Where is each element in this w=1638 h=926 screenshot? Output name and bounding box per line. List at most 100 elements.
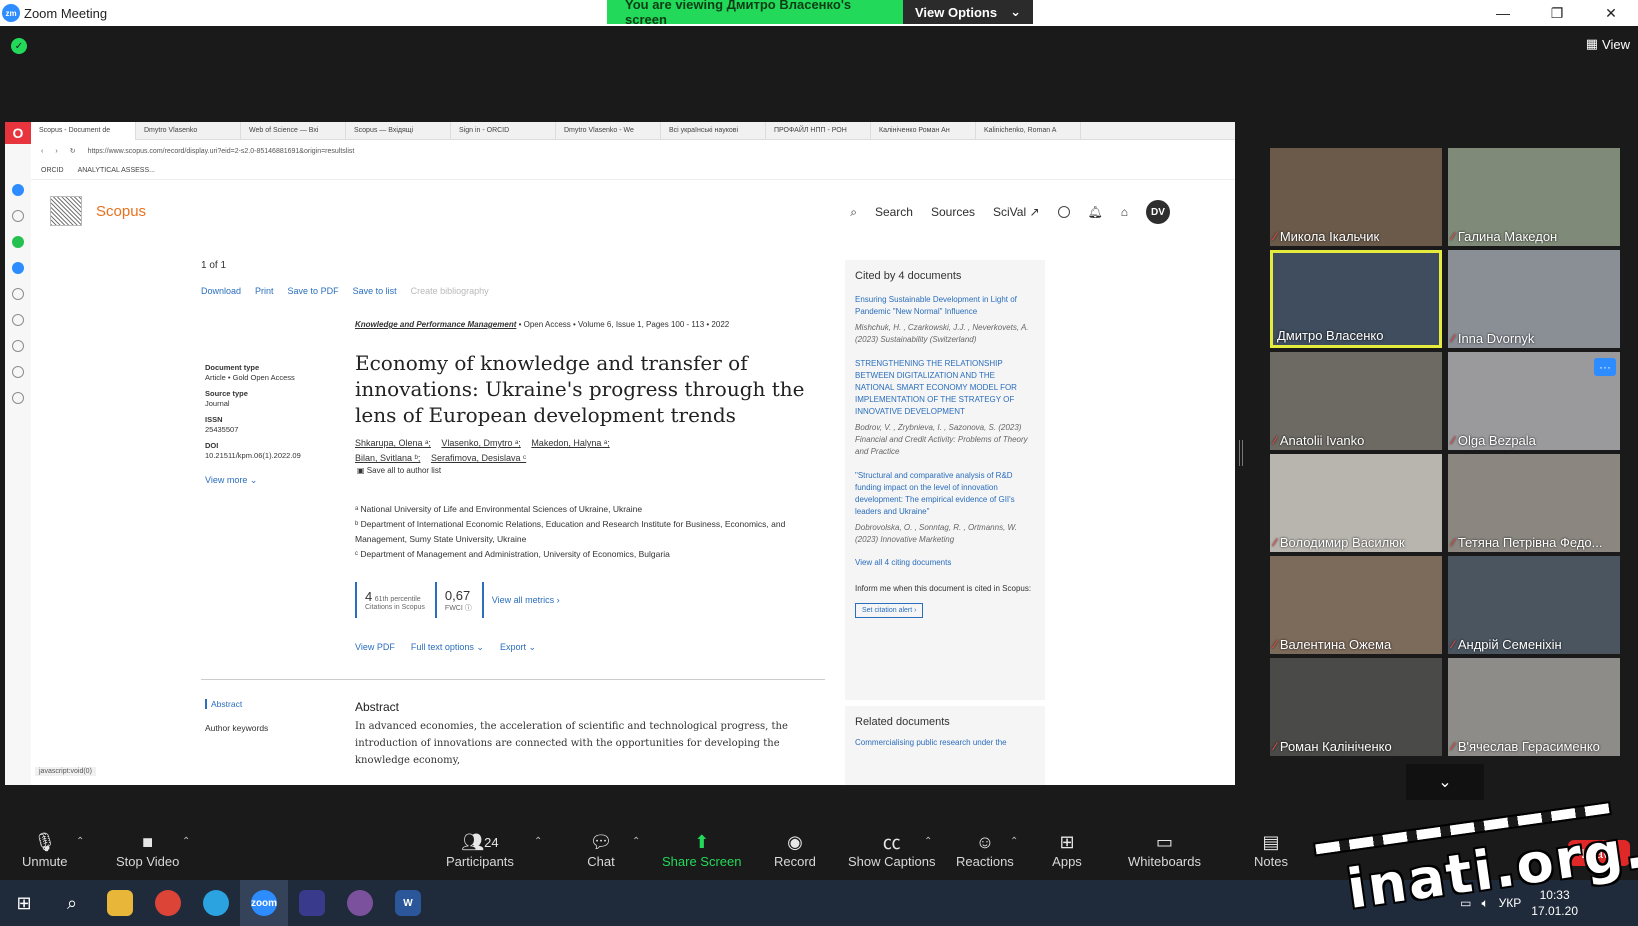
institution-icon[interactable]: ⌂ (1121, 205, 1128, 219)
view-options-button[interactable]: View Options ⌄ (903, 0, 1033, 24)
participants-button[interactable]: 👥︎ 24 Participants (446, 830, 514, 870)
network-icon[interactable]: ▭ (1460, 896, 1471, 910)
search-icon[interactable]: ⌕ (48, 880, 96, 926)
share-screen-button[interactable]: ⬆ Share Screen (662, 830, 742, 870)
notes-button[interactable]: ▤ Notes (1254, 830, 1288, 870)
reload-icon[interactable]: ↻ (70, 147, 76, 155)
user-avatar[interactable]: DV (1146, 200, 1170, 224)
back-icon[interactable]: ‹ (41, 148, 43, 155)
heart-icon[interactable] (12, 340, 24, 352)
apps-button[interactable]: ⊞ Apps (1052, 830, 1082, 870)
telegram-icon[interactable] (192, 880, 240, 926)
browser-tab[interactable]: Scopus - Document de (31, 122, 136, 140)
history-icon[interactable] (12, 366, 24, 378)
author-link[interactable]: Shkarupa, Olena ᵃ; (355, 438, 431, 448)
chrome-icon[interactable] (144, 880, 192, 926)
participant-tile[interactable]: ⁄ Inna Dvornyk (1448, 250, 1620, 348)
bookmark-analytical[interactable]: ANALYTICAL ASSESS... (78, 167, 155, 174)
file-explorer-icon[interactable] (96, 880, 144, 926)
nav-sources[interactable]: Sources (931, 205, 975, 219)
full-text-options-link[interactable]: Full text options ⌄ (411, 642, 484, 653)
video-options-caret[interactable]: ⌃ (182, 836, 190, 847)
player-icon[interactable] (12, 288, 24, 300)
keywords-nav-item[interactable]: Author keywords (205, 723, 268, 733)
minimize-icon[interactable]: — (1476, 0, 1530, 26)
viber-icon[interactable] (336, 880, 384, 926)
forward-icon[interactable]: › (55, 148, 57, 155)
reactions-button[interactable]: ☺ Reactions (956, 830, 1014, 870)
view-all-citing-link[interactable]: View all 4 citing documents (855, 558, 1035, 567)
author-link[interactable]: Bilan, Svitlana ᵇ; (355, 453, 420, 463)
participant-tile[interactable]: ⁄ Галина Македон (1448, 148, 1620, 246)
view-button[interactable]: ▦ View (1586, 36, 1630, 52)
browser-tab[interactable]: Web of Science — Вхі (241, 122, 346, 140)
windows-start-icon[interactable]: ⊞ (0, 880, 48, 926)
participant-tile[interactable]: ··· ⁄ Olga Bezpala (1448, 352, 1620, 450)
messenger-icon[interactable] (12, 184, 24, 196)
export-link[interactable]: Export ⌄ (500, 642, 536, 653)
participant-tile[interactable]: ⁄ Володимир Василюк (1270, 454, 1442, 552)
browser-tab[interactable]: ПРОФАЙЛ НПП - РОН (766, 122, 871, 140)
clock[interactable]: 10:33 17.01.20 (1531, 887, 1578, 919)
whatsapp-icon[interactable] (12, 236, 24, 248)
author-link[interactable]: Makedon, Halyna ᵃ; (531, 438, 609, 448)
browser-tab[interactable]: Scopus — Вхідящі (346, 122, 451, 140)
whiteboards-button[interactable]: ▭ Whiteboards (1128, 830, 1201, 870)
save-pdf-button[interactable]: Save to PDF (288, 286, 339, 296)
lightbulb-icon[interactable] (12, 392, 24, 404)
cited-doc-link[interactable]: STRENGTHENING THE RELATIONSHIP BETWEEN D… (855, 358, 1035, 418)
browser-tab[interactable]: Dmytro Vlasenko (136, 122, 241, 140)
bookmark-orcid[interactable]: ORCID (41, 167, 64, 174)
show-captions-button[interactable]: ㏄ Show Captions (848, 830, 935, 869)
view-more-link[interactable]: View more ⌄ (205, 475, 335, 485)
participant-tile[interactable]: ⁄ Микола Ікальчик (1270, 148, 1442, 246)
search-icon[interactable]: ⌕ (850, 205, 857, 220)
participant-tile[interactable]: ⁄ Тетяна Петрівна Федо... (1448, 454, 1620, 552)
journal-link[interactable]: Knowledge and Performance Management (355, 320, 516, 329)
browser-tab[interactable]: Всі українські наукові (661, 122, 766, 140)
view-all-metrics-link[interactable]: View all metrics › (492, 595, 560, 605)
nav-scival[interactable]: SciVal ↗ (993, 205, 1040, 219)
participant-tile[interactable]: ⁄ Anatolii Ivanko (1270, 352, 1442, 450)
shared-screen[interactable]: O Scopus - Document de Dmytro Vlasenko W… (5, 122, 1235, 785)
nav-search[interactable]: Search (875, 205, 913, 219)
print-button[interactable]: Print (255, 286, 274, 296)
browser-tab[interactable]: Sign in - ORCID (451, 122, 556, 140)
participant-tile[interactable]: ⁄ Роман Калініченко (1270, 658, 1442, 756)
cited-doc-link[interactable]: Ensuring Sustainable Development in Ligh… (855, 294, 1035, 318)
leave-button[interactable]: Leave (1568, 840, 1630, 866)
home-icon[interactable] (12, 210, 24, 222)
zoom-app-icon[interactable]: zoom (240, 880, 288, 926)
participants-options-caret[interactable]: ⌃ (534, 836, 542, 847)
send-icon[interactable] (12, 314, 24, 326)
url-field[interactable]: https://www.scopus.com/record/display.ur… (88, 148, 355, 155)
more-options-icon[interactable]: ··· (1594, 358, 1616, 376)
participant-tile[interactable]: ⁄ В'ячеслав Герасименко (1448, 658, 1620, 756)
security-shield-icon[interactable]: ✓ (11, 38, 27, 54)
browser-tab[interactable]: Калініченко Роман Ан (871, 122, 976, 140)
elsevier-logo-icon[interactable] (50, 196, 82, 226)
related-doc-link[interactable]: Commercialising public research under th… (855, 738, 1035, 747)
unmute-button[interactable]: 🎙︎ Unmute (22, 830, 68, 870)
browser-tab[interactable]: Dmytro Vlasenko - We (556, 122, 661, 140)
word-icon[interactable]: W (384, 880, 432, 926)
view-pdf-link[interactable]: View PDF (355, 642, 395, 653)
close-icon[interactable]: ✕ (1584, 0, 1638, 26)
browser-tab[interactable]: Kalinichenko, Roman A (976, 122, 1081, 140)
vk-icon[interactable] (12, 262, 24, 274)
restore-icon[interactable]: ❐ (1530, 0, 1584, 26)
chat-options-caret[interactable]: ⌃ (632, 836, 640, 847)
save-author-list-button[interactable]: ▣ Save all to author list (357, 466, 441, 475)
save-list-button[interactable]: Save to list (353, 286, 397, 296)
abstract-nav-item[interactable]: Abstract (205, 699, 268, 709)
volume-icon[interactable]: 🔈︎ (1481, 896, 1488, 911)
stop-video-button[interactable]: ■ Stop Video (116, 830, 179, 870)
participant-tile[interactable]: ⁄ Андрій Семеніхін (1448, 556, 1620, 654)
gallery-next-page-button[interactable]: ⌄ (1406, 764, 1484, 800)
author-link[interactable]: Serafimova, Desislava ᶜ (431, 453, 526, 463)
record-button[interactable]: ◉ Record (774, 830, 816, 870)
download-button[interactable]: Download (201, 286, 241, 296)
webex-icon[interactable] (288, 880, 336, 926)
set-citation-alert-button[interactable]: Set citation alert › (855, 603, 924, 618)
chat-button[interactable]: 💬︎ Chat (586, 830, 616, 870)
